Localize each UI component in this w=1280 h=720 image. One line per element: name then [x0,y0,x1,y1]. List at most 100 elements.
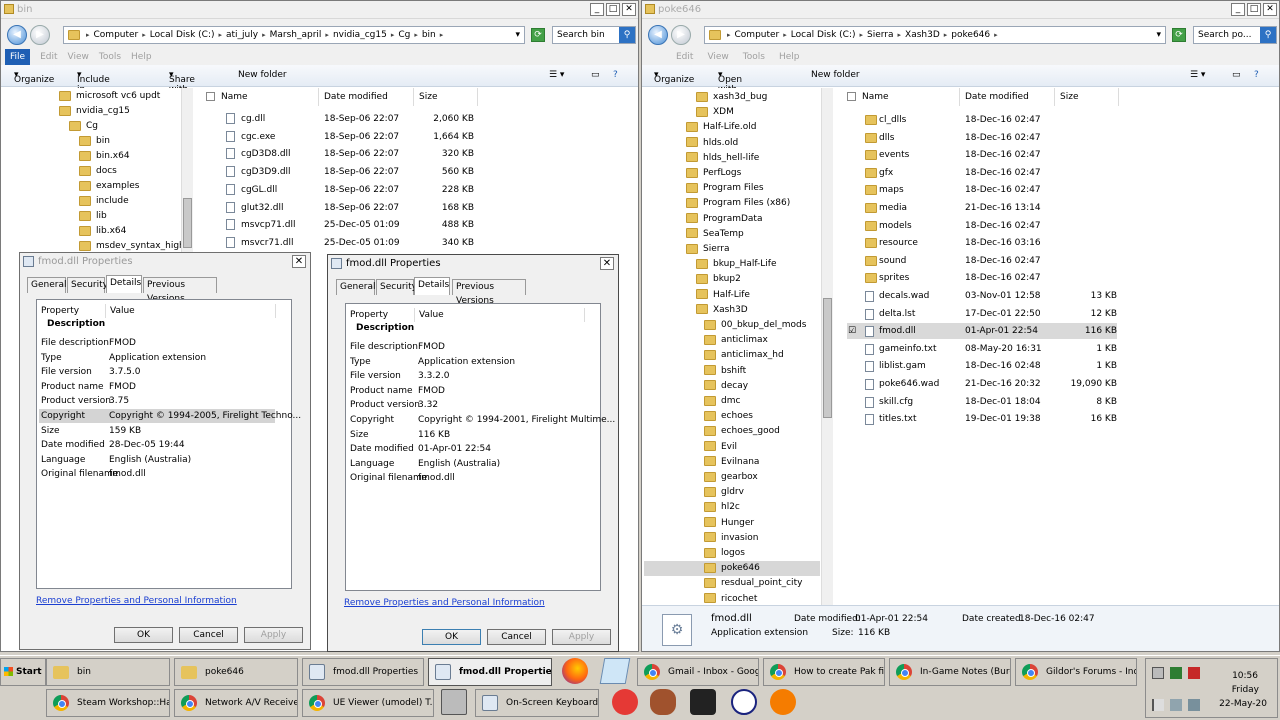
flag-icon[interactable] [1152,699,1164,711]
tree-item[interactable]: Program Files (x86) [644,196,820,211]
table-row[interactable]: cgD3D8.dll 18-Sep-06 22:07 320 KB [196,146,486,162]
include-in-library-button[interactable]: Include in library ▾ [77,70,110,105]
tree-item[interactable]: hlds.old [644,136,820,151]
ok-button[interactable]: OK [422,629,481,645]
taskbar-button[interactable]: On-Screen Keyboard [475,689,599,717]
tab-security[interactable]: Security [67,277,108,293]
property-row[interactable]: File description FMOD [39,336,275,350]
apply-button[interactable]: Apply [552,629,611,645]
table-row[interactable]: ☑ fmod.dll 01-Apr-01 22:54 116 KB [847,323,1117,340]
preview-pane-icon[interactable]: ▭ [591,70,600,80]
tree-item[interactable]: anticlimax [644,333,820,348]
title-bar[interactable]: poke646 _ □ ✕ [642,1,1279,19]
new-folder-button[interactable]: New folder [238,70,287,80]
breadcrumb-item[interactable]: nvidia_cg15 [333,30,387,40]
search-icon[interactable]: ⚲ [619,27,635,43]
cancel-button[interactable]: Cancel [179,627,238,643]
search-input[interactable]: Search bin ⚲ [552,26,636,44]
property-row[interactable]: Product version 3.32 [348,398,584,412]
file-list[interactable]: Name Date modified Size cg.dll 18-Sep-06 … [196,88,636,253]
table-row[interactable]: sprites 18-Dec-16 02:47 [847,270,1117,286]
navigation-pane[interactable]: microsoft vc6 updt nvidia_cg15 Cg bin bin.x6… [1,88,181,253]
taskbar-button[interactable]: Network A/V Receive... [174,689,298,717]
cancel-button[interactable]: Cancel [487,629,546,645]
refresh-button[interactable]: ⟳ [531,28,545,42]
tree-item[interactable]: xash3d_bug [644,90,820,105]
breadcrumb-item[interactable]: Local Disk (C:) [150,30,215,40]
tab-details[interactable]: Details [106,275,142,293]
column-size[interactable]: Size [414,88,478,106]
column-value[interactable]: Value [106,304,276,318]
menu-help[interactable]: Help [131,49,152,65]
dog-icon[interactable] [650,689,676,715]
organize-button[interactable]: Organize ▾ [14,70,54,85]
breadcrumb-item[interactable]: Local Disk (C:) [791,30,856,40]
taskbar-button[interactable]: UE Viewer (umodel) T... [302,689,434,717]
tree-item[interactable]: Half-Life.old [644,120,820,135]
tree-item[interactable]: bin.x64 [79,149,181,164]
menu-tools[interactable]: Tools [743,49,765,65]
minimize-button[interactable]: _ [590,3,604,16]
tree-item[interactable]: Cg [69,119,181,134]
close-button[interactable]: ✕ [622,3,636,16]
table-row[interactable]: gfx 18-Dec-16 02:47 [847,165,1117,181]
address-bar[interactable]: ▸ Computer ▸ Local Disk (C:) ▸ Sierra ▸ Xash3D ▸… [704,26,1166,44]
table-row[interactable]: titles.txt 19-Dec-01 19:38 16 KB [847,411,1117,427]
select-all-checkbox[interactable] [206,92,215,101]
tree-item[interactable]: SeaTemp [644,227,820,242]
menu-edit[interactable]: Edit [676,49,693,65]
tree-item[interactable]: dmc [644,394,820,409]
breadcrumb-item[interactable]: Computer [94,30,139,40]
help-icon[interactable]: ? [613,70,618,80]
menu-view[interactable]: View [68,49,89,65]
table-row[interactable]: dlls 18-Dec-16 02:47 [847,130,1117,146]
ok-button[interactable]: OK [114,627,173,643]
table-row[interactable]: events 18-Dec-16 02:47 [847,147,1117,163]
tree-item[interactable]: XDM [644,105,820,120]
breadcrumb-item[interactable]: ati_july [226,30,258,40]
property-row[interactable]: Original filename fmod.dll [348,471,584,485]
tree-item[interactable]: gearbox [644,470,820,485]
navigation-scrollbar[interactable] [821,88,833,606]
tray-icon-2[interactable] [1170,667,1182,679]
menu-view[interactable]: View [707,49,728,65]
taskbar-button[interactable]: Gildor's Forums - Ind... [1015,658,1137,686]
property-row[interactable]: File version 3.7.5.0 [39,365,275,379]
tree-item[interactable]: echoes_good [644,424,820,439]
tab-details[interactable]: Details [414,277,450,295]
remove-properties-link[interactable]: Remove Properties and Personal Informati… [344,598,545,608]
back-button[interactable]: ◀ [648,25,668,45]
tree-item[interactable]: gldrv [644,485,820,500]
table-row[interactable]: glut32.dll 18-Sep-06 22:07 168 KB [196,200,486,216]
breadcrumb-item[interactable]: bin [422,30,436,40]
tree-item[interactable]: include [79,194,181,209]
property-row[interactable]: File description FMOD [348,340,584,354]
menu-help[interactable]: Help [779,49,800,65]
tree-item[interactable]: Xash3D [644,303,820,318]
taskbar-button[interactable]: In-Game Notes (Bure... [889,658,1011,686]
search-icon[interactable]: ⚲ [1260,27,1276,43]
tree-item[interactable]: Evilnana [644,455,820,470]
table-row[interactable]: sound 18-Dec-16 02:47 [847,253,1117,269]
help-icon[interactable]: ? [1254,70,1259,80]
tree-item[interactable]: resdual_point_city [644,576,820,591]
network-icon[interactable] [1170,699,1182,711]
new-folder-button[interactable]: New folder [811,70,860,80]
row-checkbox[interactable]: ☑ [848,323,856,339]
property-row[interactable]: File version 3.3.2.0 [348,369,584,383]
volume-icon[interactable] [1188,699,1200,711]
printer-icon[interactable] [441,689,467,715]
property-row[interactable]: Date modified 01-Apr-01 22:54 [348,442,584,456]
table-row[interactable]: skill.cfg 18-Dec-01 18:04 8 KB [847,394,1117,410]
tree-item[interactable]: invasion [644,531,820,546]
breadcrumb-item[interactable]: Computer [735,30,780,40]
dialog-title-bar[interactable]: fmod.dll Properties ✕ [20,253,310,271]
tree-item[interactable]: Sierra [644,242,820,257]
column-name[interactable]: Name [201,88,319,106]
maximize-button[interactable]: □ [606,3,620,16]
tree-item[interactable]: examples [79,179,181,194]
table-row[interactable]: models 18-Dec-16 02:47 [847,218,1117,234]
tray-icon-3[interactable] [1188,667,1200,679]
quicklaunch-app-icon[interactable] [599,658,631,684]
share-with-button[interactable]: Share with ▾ [169,70,195,95]
